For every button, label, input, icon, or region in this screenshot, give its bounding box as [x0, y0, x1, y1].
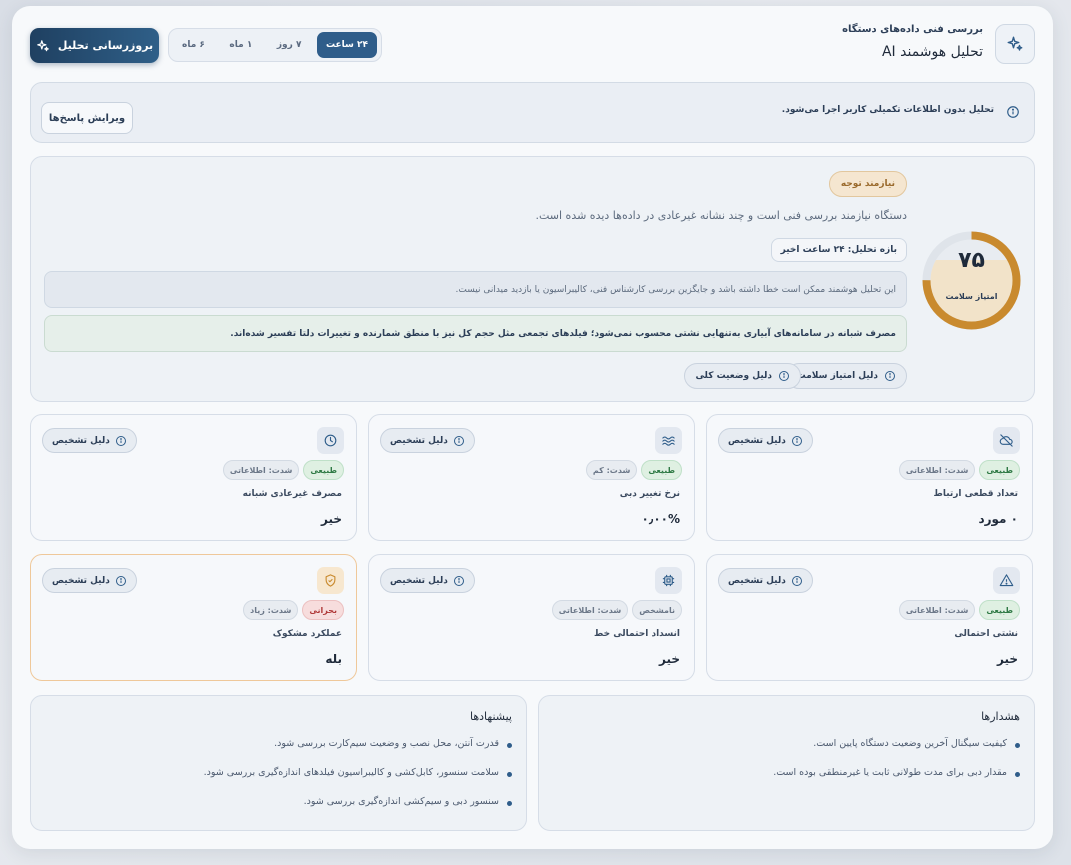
sparkles-icon — [995, 24, 1035, 64]
metric-value: بله — [325, 652, 342, 666]
list-item: مقدار دبی برای مدت طولانی ثابت یا غیرمنط… — [773, 767, 1020, 796]
note-box: مصرف شبانه در سامانه‌های آبیاری به‌تنهای… — [44, 315, 907, 352]
range-24h-button[interactable]: ۲۴ ساعت — [316, 32, 377, 58]
period-badge: بازه تحلیل: ۲۴ ساعت اخیر — [770, 238, 907, 262]
info-icon — [791, 575, 802, 586]
info-icon — [791, 435, 802, 446]
metric-card-disconnects: دلیل تشخیص طبیعی شدت: اطلاعاتی تعداد قطع… — [706, 414, 1033, 541]
health-score-value: ۷۵ — [958, 248, 985, 273]
status-chip: طبیعی — [303, 460, 344, 480]
list-item: سنسور دبی و سیم‌کشی اندازه‌گیری بررسی شو… — [204, 796, 512, 825]
waves-icon — [655, 427, 682, 454]
alerts-list: کیفیت سیگنال آخرین وضعیت دستگاه پایین اس… — [773, 738, 1020, 796]
status-badge: نیازمند توجه — [828, 171, 907, 197]
status-chip: نامشخص — [632, 600, 682, 620]
metric-value: خیر — [996, 652, 1018, 666]
detection-reason-label: دلیل تشخیص — [390, 435, 448, 446]
alerts-title: هشدارها — [981, 710, 1020, 723]
metric-label: نشتی احتمالی — [954, 629, 1018, 639]
detection-reason-label: دلیل تشخیص — [728, 435, 786, 446]
info-icon — [115, 435, 126, 446]
refresh-analysis-button[interactable]: بروزرسانی تحلیل — [30, 28, 159, 63]
metric-card-leak: دلیل تشخیص طبیعی شدت: اطلاعاتی نشتی احتم… — [706, 554, 1033, 681]
refresh-label: بروزرسانی تحلیل — [57, 39, 154, 52]
list-item: کیفیت سیگنال آخرین وضعیت دستگاه پایین اس… — [773, 738, 1020, 767]
info-icon — [779, 371, 789, 381]
detection-reason-button[interactable]: دلیل تشخیص — [380, 568, 475, 593]
detection-reason-label: دلیل تشخیص — [390, 575, 448, 586]
info-icon — [453, 575, 464, 586]
info-icon — [885, 371, 895, 381]
metric-value: ۰٫۰۰% — [641, 512, 680, 526]
notice-text: تحلیل بدون اطلاعات تکمیلی کاربر اجرا می‌… — [781, 105, 994, 115]
time-range-selector: ۲۴ ساعت ۷ روز ۱ ماه ۶ ماه — [168, 28, 382, 62]
metric-label: انسداد احتمالی خط — [593, 629, 680, 639]
list-item: قدرت آنتن، محل نصب و وضعیت سیم‌کارت بررس… — [204, 738, 512, 767]
edit-answers-button[interactable]: ویرایش پاسخ‌ها — [41, 102, 133, 134]
metric-card-night-usage: دلیل تشخیص طبیعی شدت: اطلاعاتی مصرف غیرع… — [30, 414, 357, 541]
detection-reason-label: دلیل تشخیص — [52, 575, 110, 586]
metric-value: ۰ مورد — [978, 512, 1018, 526]
score-reason-button[interactable]: دلیل امتیاز سلامت — [785, 363, 907, 389]
metric-label: مصرف غیرعادی شبانه — [242, 489, 342, 499]
metric-label: تعداد قطعی ارتباط — [933, 489, 1018, 499]
severity-chip: شدت: اطلاعاتی — [898, 460, 976, 480]
suggestions-list: قدرت آنتن، محل نصب و وضعیت سیم‌کارت بررس… — [204, 738, 512, 825]
status-chip: طبیعی — [979, 600, 1020, 620]
shield-icon — [317, 567, 344, 594]
metric-label: نرخ تغییر دبی — [619, 489, 680, 499]
status-chip: طبیعی — [641, 460, 682, 480]
detection-reason-label: دلیل تشخیص — [52, 435, 110, 446]
analysis-card: بررسی فنی داده‌های دستگاه تحلیل هوشمند A… — [12, 6, 1053, 849]
info-icon — [115, 575, 126, 586]
info-icon — [1007, 106, 1019, 118]
suggestions-panel: پیشنهادها قدرت آنتن، محل نصب و وضعیت سیم… — [30, 695, 527, 831]
detection-reason-button[interactable]: دلیل تشخیص — [42, 568, 137, 593]
severity-chip: شدت: اطلاعاتی — [551, 600, 629, 620]
metric-card-blockage: دلیل تشخیص نامشخص شدت: اطلاعاتی انسداد ا… — [368, 554, 695, 681]
disclaimer-box: این تحلیل هوشمند ممکن است خطا داشته باشد… — [44, 271, 907, 308]
list-item: سلامت سنسور، کابل‌کشی و کالیبراسیون فیلد… — [204, 767, 512, 796]
status-chip: طبیعی — [979, 460, 1020, 480]
info-icon — [453, 435, 464, 446]
detection-reason-button[interactable]: دلیل تشخیص — [718, 568, 813, 593]
page-subtitle: بررسی فنی داده‌های دستگاه — [842, 24, 983, 35]
metric-card-suspicious: دلیل تشخیص بحرانی شدت: زیاد عملکرد مشکوک… — [30, 554, 357, 681]
detection-reason-button[interactable]: دلیل تشخیص — [718, 428, 813, 453]
severity-chip: شدت: اطلاعاتی — [222, 460, 300, 480]
metric-label: عملکرد مشکوک — [272, 629, 342, 639]
suggestions-title: پیشنهادها — [470, 710, 512, 723]
overall-reason-label: دلیل وضعیت کلی — [695, 371, 772, 381]
status-chip: بحرانی — [302, 600, 344, 620]
disconnect-icon — [993, 427, 1020, 454]
severity-chip: شدت: کم — [585, 460, 638, 480]
severity-chip: شدت: اطلاعاتی — [898, 600, 976, 620]
alerts-panel: هشدارها کیفیت سیگنال آخرین وضعیت دستگاه … — [538, 695, 1035, 831]
range-6m-button[interactable]: ۶ ماه — [173, 32, 214, 58]
range-1m-button[interactable]: ۱ ماه — [220, 32, 261, 58]
warning-icon — [993, 567, 1020, 594]
overview-panel: نیازمند توجه دستگاه نیازمند بررسی فنی اس… — [30, 156, 1035, 402]
notice-banner: تحلیل بدون اطلاعات تکمیلی کاربر اجرا می‌… — [30, 82, 1035, 143]
page-title: تحلیل هوشمند AI — [881, 44, 983, 60]
score-reason-label: دلیل امتیاز سلامت — [796, 371, 878, 381]
chip-icon — [655, 567, 682, 594]
overview-description: دستگاه نیازمند بررسی فنی است و چند نشانه… — [535, 209, 907, 222]
health-score-label: امتیاز سلامت — [945, 292, 998, 301]
detection-reason-label: دلیل تشخیص — [728, 575, 786, 586]
overall-reason-button[interactable]: دلیل وضعیت کلی — [684, 363, 801, 389]
range-7d-button[interactable]: ۷ روز — [268, 32, 311, 58]
sparkles-icon — [36, 39, 49, 51]
clock-icon — [317, 427, 344, 454]
metric-value: خیر — [658, 652, 680, 666]
severity-chip: شدت: زیاد — [243, 600, 299, 620]
detection-reason-button[interactable]: دلیل تشخیص — [380, 428, 475, 453]
metric-card-flow-rate: دلیل تشخیص طبیعی شدت: کم نرخ تغییر دبی ۰… — [368, 414, 695, 541]
metric-value: خیر — [320, 512, 342, 526]
detection-reason-button[interactable]: دلیل تشخیص — [42, 428, 137, 453]
health-score-gauge — [922, 231, 1021, 330]
